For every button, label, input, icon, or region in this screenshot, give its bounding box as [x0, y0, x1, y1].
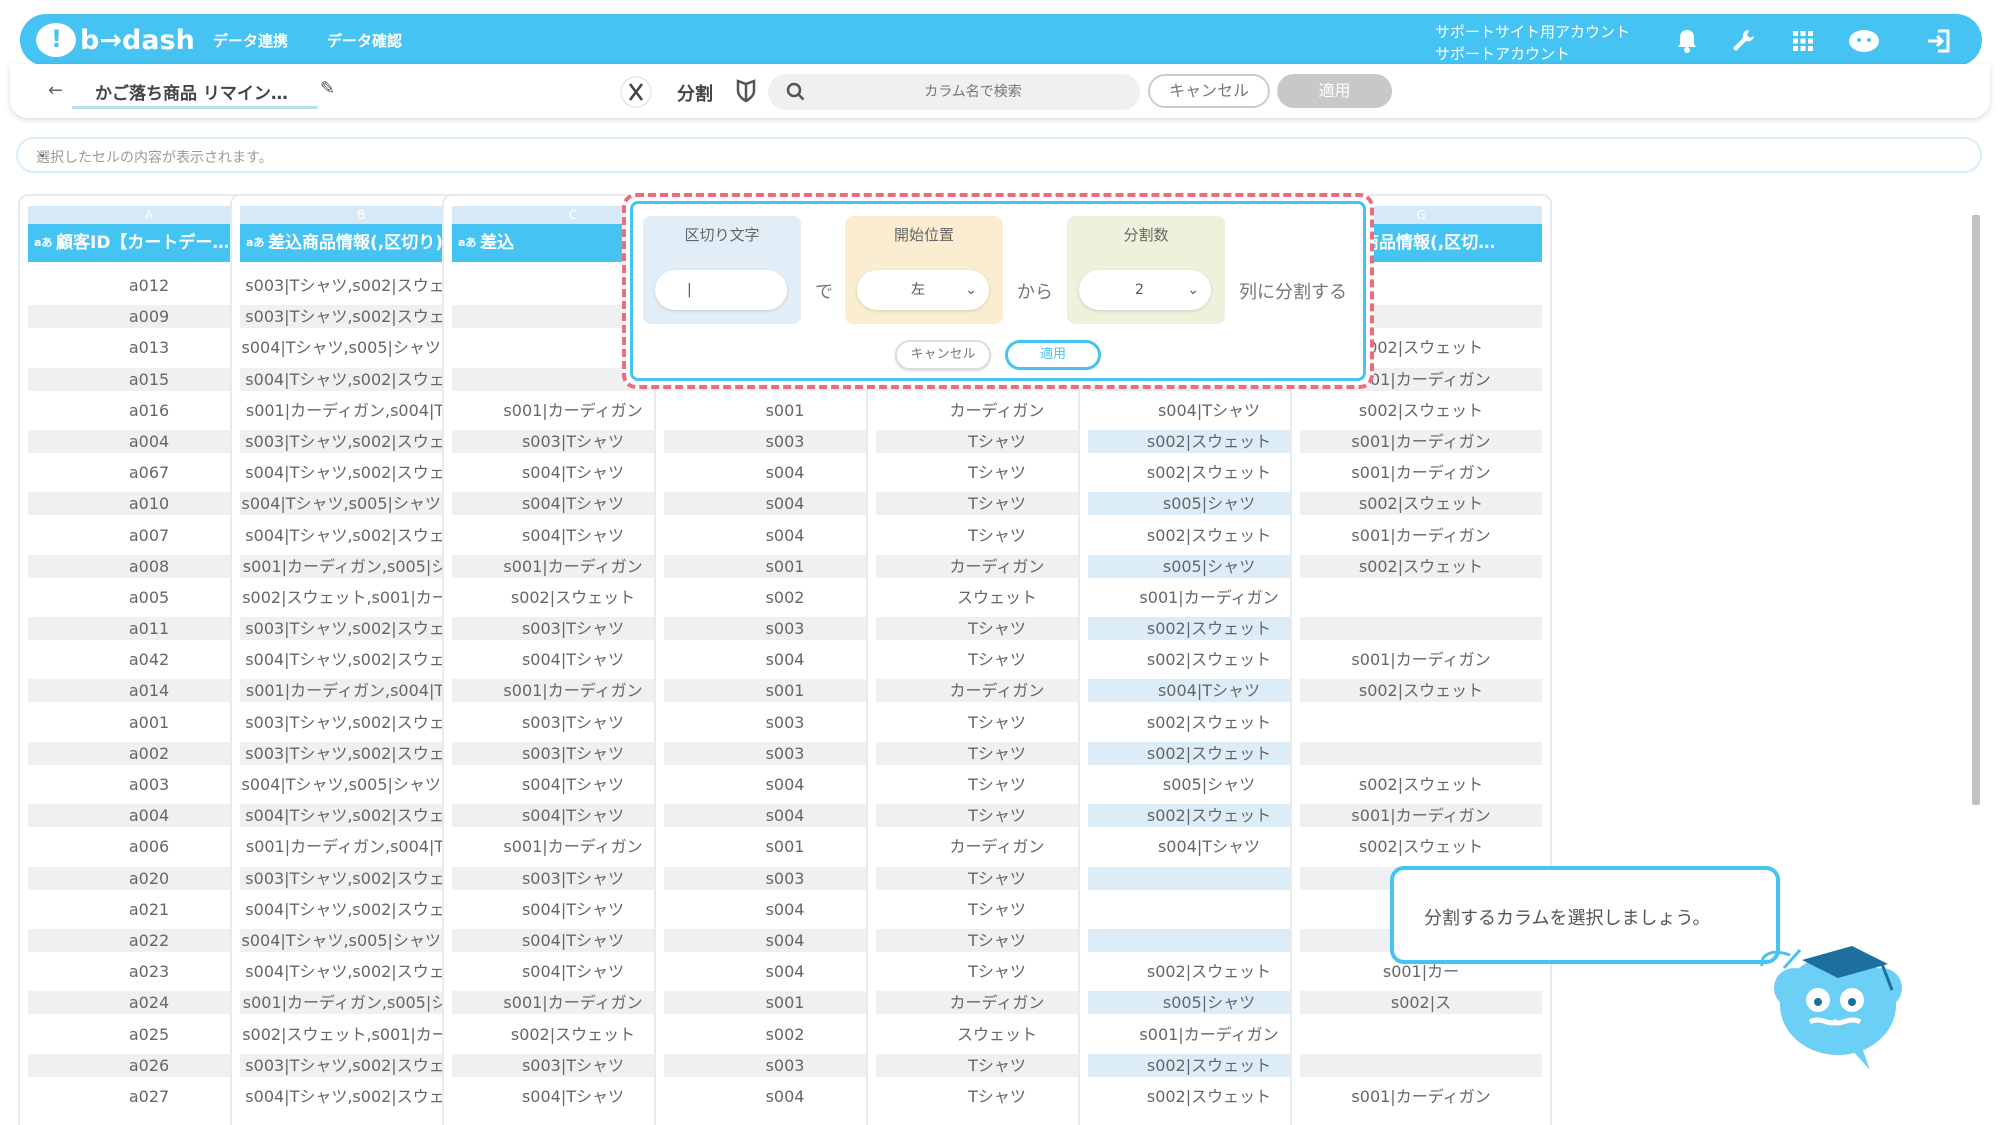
delimiter-label: 区切り文字: [643, 216, 801, 254]
apply-button[interactable]: 適用: [1277, 74, 1392, 108]
start-position-label: 開始位置: [845, 216, 1003, 254]
split-count-field-box: 2 ⌄: [1067, 254, 1225, 324]
vertical-scrollbar[interactable]: [1970, 195, 1982, 1125]
kara-connector: から: [1017, 282, 1053, 303]
column-search[interactable]: [768, 74, 1140, 110]
tooltip-text: 分割するカラムを選択しましょう。: [1424, 908, 1711, 929]
table-cell[interactable]: [1300, 741, 1542, 765]
split-suffix: 列に分割する: [1239, 282, 1347, 303]
app-header: b→dash データ連携 データ確認 サポートサイト用アカウント サポートアカウ…: [20, 14, 1982, 66]
table-cell[interactable]: s002|スウェット: [1300, 679, 1542, 703]
mascot-icon: [1760, 946, 1902, 1070]
nav-data-integration[interactable]: データ連携: [213, 30, 288, 51]
table-cell[interactable]: s002|スウェット: [1300, 399, 1542, 422]
table-cell[interactable]: s002|スウェット: [1300, 835, 1542, 858]
text-type-icon: aあ: [246, 236, 265, 249]
split-count-select[interactable]: 2 ⌄: [1079, 270, 1211, 310]
split-count-value: 2: [1135, 282, 1144, 298]
table-cell[interactable]: [1300, 1053, 1542, 1077]
logo-bubble-icon: [36, 23, 76, 57]
table-cell[interactable]: s001|カーディガン: [1300, 648, 1542, 671]
panel-apply-button[interactable]: 適用: [1005, 340, 1101, 370]
grid-apps-icon[interactable]: [1788, 26, 1818, 56]
table-cell[interactable]: s002|スウェット: [1300, 492, 1542, 516]
table-cell[interactable]: [1300, 711, 1542, 734]
pencil-edit-icon[interactable]: ✎: [320, 78, 335, 99]
chevron-down-icon: ⌄: [965, 282, 977, 298]
start-position-field-box: 左 ⌄: [845, 254, 1003, 324]
split-count-label: 分割数: [1067, 216, 1225, 254]
column-header-label: 差込商品情報(,区切り): [268, 233, 443, 253]
shield-split-icon[interactable]: [735, 78, 757, 104]
cancel-button[interactable]: キャンセル: [1148, 74, 1270, 108]
mascot-help-icon[interactable]: [1846, 26, 1882, 56]
table-cell[interactable]: s001|カーディガン: [1300, 1085, 1542, 1108]
back-arrow-icon[interactable]: ←: [48, 80, 63, 101]
panel-cancel-button[interactable]: キャンセル: [895, 340, 991, 370]
start-position-value: 左: [911, 282, 925, 298]
start-position-select[interactable]: 左 ⌄: [857, 270, 989, 310]
split-tool-icon[interactable]: [620, 76, 652, 108]
logout-icon[interactable]: [1924, 26, 1954, 56]
b-dash-logo[interactable]: b→dash: [36, 21, 195, 59]
table-cell[interactable]: s001|カーディガン: [1300, 429, 1542, 453]
table-cell[interactable]: s001|カーディガン: [1300, 461, 1542, 484]
wrench-icon[interactable]: [1728, 26, 1758, 56]
file-title[interactable]: かご落ち商品 リマイン…: [95, 79, 288, 104]
column-cells: s002|スウェット s001|カーディガン s002|スウェット s001|カーディ…: [1300, 274, 1542, 1116]
text-type-icon: aあ: [34, 236, 53, 249]
cell-content-bar[interactable]: 選択したセルの内容が表示されます。 ⌄: [16, 137, 1982, 173]
account-line-2: サポートアカウント: [1435, 45, 1571, 63]
de-connector: で: [815, 282, 833, 303]
table-cell[interactable]: [1300, 586, 1542, 609]
nav-data-confirm[interactable]: データ確認: [327, 30, 402, 51]
text-type-icon: aあ: [458, 236, 477, 249]
table-cell[interactable]: [1300, 617, 1542, 641]
split-label: 分割: [677, 84, 713, 105]
table-cell[interactable]: s002|ス: [1300, 991, 1542, 1015]
chevron-down-icon: ⌄: [1187, 282, 1199, 298]
column-header-label: 差込: [480, 233, 514, 253]
search-input[interactable]: [823, 80, 1123, 104]
account-info[interactable]: サポートサイト用アカウント サポートアカウント: [1435, 21, 1630, 65]
table-cell[interactable]: s001|カーディガン: [1300, 524, 1542, 547]
logo-text: b→dash: [80, 24, 195, 56]
table-cell[interactable]: s002|スウェット: [1300, 773, 1542, 796]
search-icon: [786, 82, 805, 101]
delimiter-input[interactable]: |: [655, 270, 787, 310]
chevron-down-icon[interactable]: ⌄: [36, 145, 1962, 161]
toolbar: ← かご落ち商品 リマイン… ✎ 分割 キャンセル 適用: [10, 64, 1990, 118]
bell-icon[interactable]: [1672, 26, 1702, 56]
split-settings-panel: 区切り文字 | で 開始位置 左 ⌄ から 分割数 2 ⌄ 列に分割する キャン…: [622, 193, 1374, 389]
table-cell[interactable]: [1300, 1023, 1542, 1046]
title-underline: [72, 106, 318, 109]
split-panel-inner: 区切り文字 | で 開始位置 左 ⌄ から 分割数 2 ⌄ 列に分割する キャン…: [630, 201, 1366, 381]
table-cell[interactable]: s001|カーディガン: [1300, 804, 1542, 828]
column-header-label: 顧客ID【カートデー…: [56, 233, 230, 253]
scrollbar-thumb[interactable]: [1972, 215, 1980, 805]
delimiter-field-box: |: [643, 254, 801, 324]
table-cell[interactable]: s002|スウェット: [1300, 554, 1542, 578]
guide-tooltip: 分割するカラムを選択しましょう。: [1390, 866, 1780, 964]
account-line-1: サポートサイト用アカウント: [1435, 23, 1631, 41]
